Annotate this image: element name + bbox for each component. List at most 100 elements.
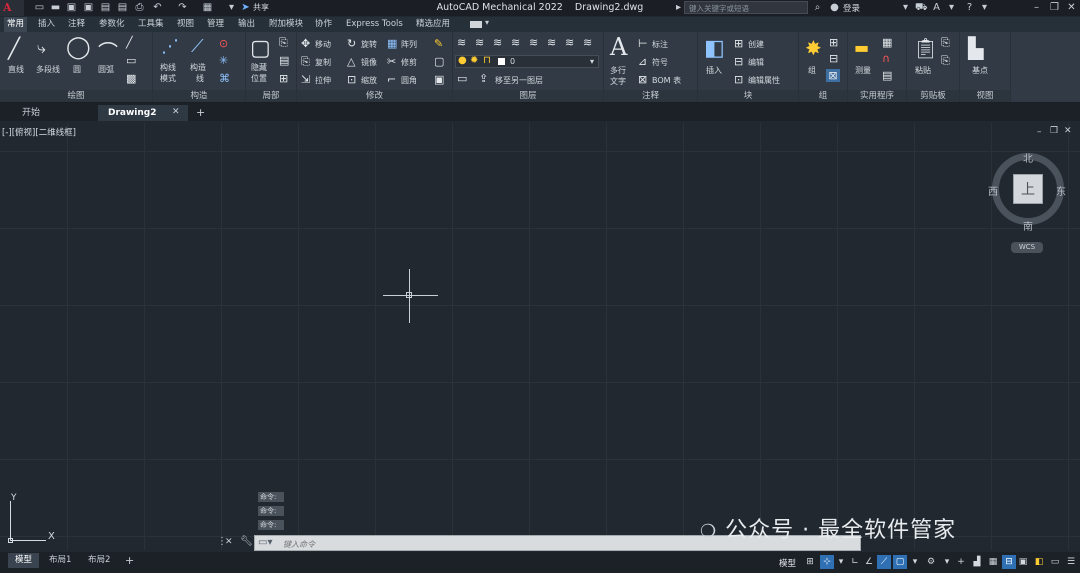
restore-icon[interactable]: ❐: [1049, 2, 1060, 13]
annotation-monitor-icon[interactable]: ▦: [986, 555, 1000, 569]
move-icon[interactable]: ✥: [301, 37, 310, 50]
tab-manage[interactable]: 管理: [204, 17, 227, 32]
workspace-icon[interactable]: ▦: [202, 2, 213, 13]
measure-button[interactable]: 测量: [855, 65, 871, 76]
model-space-button[interactable]: 模型: [779, 557, 796, 569]
settings-gear-icon[interactable]: ⚙: [924, 555, 938, 569]
snap-mode-icon[interactable]: ⊹: [820, 555, 834, 569]
fillet-icon[interactable]: ⌐: [387, 73, 396, 86]
utility-magnet-icon[interactable]: ∩: [882, 52, 890, 65]
group-panel-title[interactable]: 组: [799, 90, 847, 102]
minimize-icon[interactable]: –: [1031, 2, 1042, 13]
move-to-layer-icon[interactable]: ⇪: [479, 72, 488, 85]
rotate-icon[interactable]: ↻: [347, 37, 356, 50]
wcs-menu[interactable]: WCS: [1011, 242, 1043, 253]
tab-close-icon[interactable]: ✕: [172, 107, 180, 117]
view-panel-title[interactable]: 视图: [960, 90, 1010, 102]
isolate-objects-icon[interactable]: ◧: [1032, 555, 1046, 569]
tab-express-tools[interactable]: Express Tools: [343, 17, 406, 32]
move-button[interactable]: 移动: [315, 39, 331, 50]
tab-toolsets[interactable]: 工具集: [135, 17, 167, 32]
new-tab-button[interactable]: +: [196, 106, 205, 119]
workspace-switch-icon[interactable]: ▟: [970, 555, 984, 569]
layer-properties-icon[interactable]: ≋: [457, 36, 466, 49]
bom-button[interactable]: BOM 表: [652, 75, 681, 86]
search-expand-icon[interactable]: ▸: [673, 2, 684, 13]
symbol-icon[interactable]: ⊿: [638, 55, 647, 68]
a360-dropdown-icon[interactable]: ▾: [946, 2, 957, 13]
circle-icon[interactable]: ◯: [66, 35, 91, 60]
add-scale-icon[interactable]: +: [954, 555, 968, 569]
isodraft-icon[interactable]: ⟋: [877, 555, 891, 569]
osnap-dropdown-icon[interactable]: ▾: [908, 555, 922, 569]
hide-label[interactable]: 隐藏: [251, 62, 267, 73]
command-close-icon[interactable]: ✕: [225, 537, 233, 547]
tab-featured-apps[interactable]: 精选应用: [413, 17, 453, 32]
print-icon[interactable]: ⎙: [134, 2, 145, 13]
drawing-canvas[interactable]: [-][俯视][二维线框] – ❐ ✕ 上 北 南 东 西 WCS Y X: [0, 123, 1080, 550]
redo-icon[interactable]: ↷: [177, 2, 188, 13]
compass-west[interactable]: 西: [988, 183, 998, 198]
construction-line-icon[interactable]: ⟋: [191, 36, 204, 57]
tab-collaborate[interactable]: 协作: [312, 17, 335, 32]
tab-output[interactable]: 输出: [235, 17, 258, 32]
edit-block-icon[interactable]: ⊟: [734, 55, 743, 68]
modify-cube-icon[interactable]: ▣: [434, 73, 444, 86]
tab-parametric[interactable]: 参数化: [96, 17, 128, 32]
layer-freeze-icon[interactable]: ≋: [529, 36, 538, 49]
modify-panel-title[interactable]: 修改: [297, 90, 452, 102]
edit-attributes-button[interactable]: 编辑属性: [748, 75, 780, 86]
open-folder-icon[interactable]: ▬: [50, 2, 61, 13]
copy-clip-icon[interactable]: ⎘: [941, 54, 950, 68]
utility-grid-icon[interactable]: ▦: [882, 36, 892, 49]
osnap-icon[interactable]: ▢: [893, 555, 907, 569]
save-as-icon[interactable]: ▣: [83, 2, 94, 13]
symbol-button[interactable]: 符号: [652, 57, 668, 68]
tab-overflow-icon[interactable]: [470, 21, 482, 28]
viewport-minimize-icon[interactable]: –: [1037, 127, 1042, 137]
login-dropdown-icon[interactable]: ▾: [900, 2, 911, 13]
gear-dropdown-icon[interactable]: ▾: [940, 555, 954, 569]
layers-panel-title[interactable]: 图层: [453, 90, 603, 102]
tab-annotate[interactable]: 注释: [65, 17, 88, 32]
tab-overflow-dropdown-icon[interactable]: ▾: [485, 18, 489, 27]
create-button[interactable]: 创建: [748, 39, 764, 50]
trim-icon[interactable]: ✂: [387, 55, 396, 68]
grid-icon[interactable]: ⊞: [803, 555, 817, 569]
help-dropdown-icon[interactable]: ▾: [979, 2, 990, 13]
app-logo[interactable]: A: [0, 0, 24, 16]
mirror-button[interactable]: 镜像: [361, 57, 377, 68]
compass-south[interactable]: 南: [1023, 218, 1033, 233]
layout-tab-layout2[interactable]: 布局2: [81, 553, 117, 568]
line-button[interactable]: 直线: [8, 64, 24, 75]
construct-snap-icon[interactable]: ✳: [219, 54, 228, 67]
array-button[interactable]: 阵列: [401, 39, 417, 50]
rotate-button[interactable]: 旋转: [361, 39, 377, 50]
layout-tab-model[interactable]: 模型: [8, 553, 40, 568]
viewcube-top-face[interactable]: 上: [1013, 174, 1043, 204]
construction-mode-icon[interactable]: ⋰: [161, 36, 179, 57]
viewport-close-icon[interactable]: ✕: [1064, 126, 1072, 136]
base-view-icon[interactable]: ▙: [968, 36, 983, 60]
polar-icon[interactable]: ∠: [862, 555, 876, 569]
mirror-icon[interactable]: △: [347, 55, 355, 68]
copy-button[interactable]: 复制: [315, 57, 331, 68]
mtext-button[interactable]: 多行: [610, 65, 626, 76]
search-icon[interactable]: ⌕: [812, 2, 823, 13]
tab-addins[interactable]: 附加模块: [266, 17, 306, 32]
polyline-button[interactable]: 多段线: [36, 64, 60, 75]
command-recent-icon[interactable]: ▭▾: [258, 537, 272, 548]
stretch-button[interactable]: 拉伸: [315, 75, 331, 86]
layer-off-icon[interactable]: ≋: [511, 36, 520, 49]
bom-icon[interactable]: ⊠: [638, 73, 647, 86]
hide-position-icon[interactable]: ▢: [250, 36, 271, 61]
insert-block-icon[interactable]: ◧: [704, 36, 725, 61]
login-button[interactable]: 登录: [843, 2, 860, 14]
detail-tool-icon-1[interactable]: ⎘: [279, 36, 288, 50]
snap-dropdown-icon[interactable]: ▾: [834, 555, 848, 569]
arc-icon[interactable]: ⌒: [98, 36, 118, 65]
layer-match-icon[interactable]: ≋: [565, 36, 574, 49]
clipboard-panel-title[interactable]: 剪贴板: [907, 90, 959, 102]
utility-calculator-icon[interactable]: ▤: [882, 69, 892, 82]
share-icon[interactable]: ➤: [240, 2, 251, 13]
